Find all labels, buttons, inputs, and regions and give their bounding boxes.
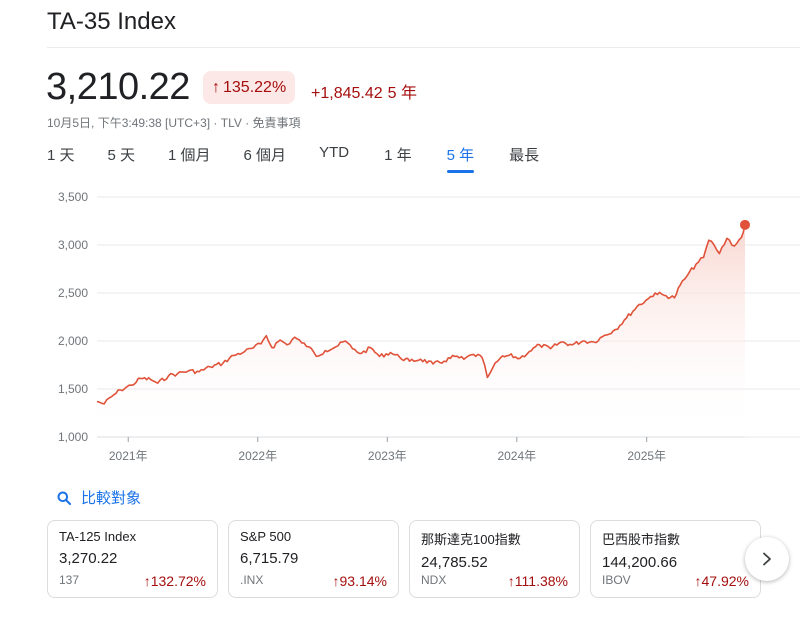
x-tick-label: 2024年 xyxy=(497,449,536,463)
tab-5d[interactable]: 5 天 xyxy=(108,144,136,171)
card-value: 144,200.66 xyxy=(602,554,678,571)
y-tick-label: 2,500 xyxy=(58,286,88,300)
y-tick-label: 2,000 xyxy=(58,334,88,348)
x-tick-label: 2025年 xyxy=(627,449,666,463)
card-name: 那斯達克100指數 xyxy=(421,532,521,547)
arrow-up-icon: ↑ xyxy=(694,573,702,589)
next-cards-button[interactable] xyxy=(745,537,789,581)
tab-max[interactable]: 最長 xyxy=(509,144,539,171)
current-price: 3,210.22 xyxy=(46,66,190,108)
price-chart[interactable]: 1,000 1,500 2,000 2,500 3,000 3,500 2021年 2022… xyxy=(0,178,800,470)
quote-meta[interactable]: 10月5日, 下午3:49:38 [UTC+3] · TLV · 免責事項 xyxy=(47,114,301,131)
compare-card[interactable]: TA-125 Index 3,270.22 137 ↑132.72% xyxy=(47,520,218,598)
card-name: TA-125 Index xyxy=(59,529,137,544)
change-summary: +1,845.42 5 年 xyxy=(311,79,417,103)
card-change: ↑132.72% xyxy=(144,573,206,589)
y-tick-label: 3,500 xyxy=(58,190,88,204)
card-change-value: 111.38% xyxy=(514,573,568,589)
page-title: TA-35 Index xyxy=(47,8,176,35)
card-value: 24,785.52 xyxy=(421,554,488,571)
y-axis: 1,000 1,500 2,000 2,500 3,000 3,500 xyxy=(58,190,88,444)
card-change-value: 47.92% xyxy=(701,573,749,589)
x-axis: 2021年 2022年 2023年 2024年 2025年 xyxy=(109,437,666,463)
card-change: ↑111.38% xyxy=(508,573,568,589)
y-tick-label: 1,500 xyxy=(58,382,88,396)
card-value: 6,715.79 xyxy=(240,550,299,567)
card-ticker: .INX xyxy=(240,573,264,587)
x-tick-label: 2021年 xyxy=(109,449,148,463)
card-name: S&P 500 xyxy=(240,529,292,544)
tab-1d[interactable]: 1 天 xyxy=(47,144,75,171)
tab-6m[interactable]: 6 個月 xyxy=(244,144,287,171)
card-value: 3,270.22 xyxy=(59,550,118,567)
search-icon xyxy=(57,491,71,505)
change-period: 5 年 xyxy=(387,85,417,102)
card-change: ↑47.92% xyxy=(695,573,749,589)
compare-card[interactable]: 巴西股市指數 144,200.66 IBOV ↑47.92% xyxy=(590,520,761,598)
x-tick-label: 2023年 xyxy=(368,449,407,463)
card-change: ↑93.14% xyxy=(333,573,387,589)
card-change-value: 93.14% xyxy=(339,573,387,589)
change-percent-badge: ↑ 135.22% xyxy=(203,71,296,104)
y-tick-label: 1,000 xyxy=(58,430,88,444)
arrow-up-icon: ↑ xyxy=(332,573,340,589)
card-change-value: 132.72% xyxy=(150,573,206,589)
compare-label: 比較對象 xyxy=(81,490,142,507)
chevron-right-icon xyxy=(763,552,771,566)
latest-point xyxy=(740,219,750,230)
card-ticker: NDX xyxy=(421,573,447,587)
x-tick-label: 2022年 xyxy=(238,449,277,463)
tab-1m[interactable]: 1 個月 xyxy=(168,144,211,171)
arrow-up-icon: ↑ xyxy=(143,573,151,589)
card-name: 巴西股市指數 xyxy=(602,532,681,547)
arrow-up-icon: ↑ xyxy=(507,573,515,589)
card-ticker: IBOV xyxy=(602,573,631,587)
price-area xyxy=(97,224,745,437)
tab-ytd[interactable]: YTD xyxy=(319,144,349,171)
tab-1y[interactable]: 1 年 xyxy=(384,144,412,171)
compare-card[interactable]: 那斯達克100指數 24,785.52 NDX ↑111.38% xyxy=(409,520,580,598)
arrow-up-icon: ↑ xyxy=(212,78,220,96)
compare-card[interactable]: S&P 500 6,715.79 .INX ↑93.14% xyxy=(228,520,399,598)
compare-button[interactable]: 比較對象 xyxy=(57,487,141,508)
range-tabs: 1 天 5 天 1 個月 6 個月 YTD 1 年 5 年 最長 xyxy=(47,144,539,173)
tab-5y[interactable]: 5 年 xyxy=(446,144,474,173)
change-absolute: +1,845.42 xyxy=(311,85,383,102)
card-ticker: 137 xyxy=(59,573,80,587)
y-tick-label: 3,000 xyxy=(58,238,88,252)
change-percent: 135.22% xyxy=(223,78,287,96)
header-divider xyxy=(47,47,800,48)
